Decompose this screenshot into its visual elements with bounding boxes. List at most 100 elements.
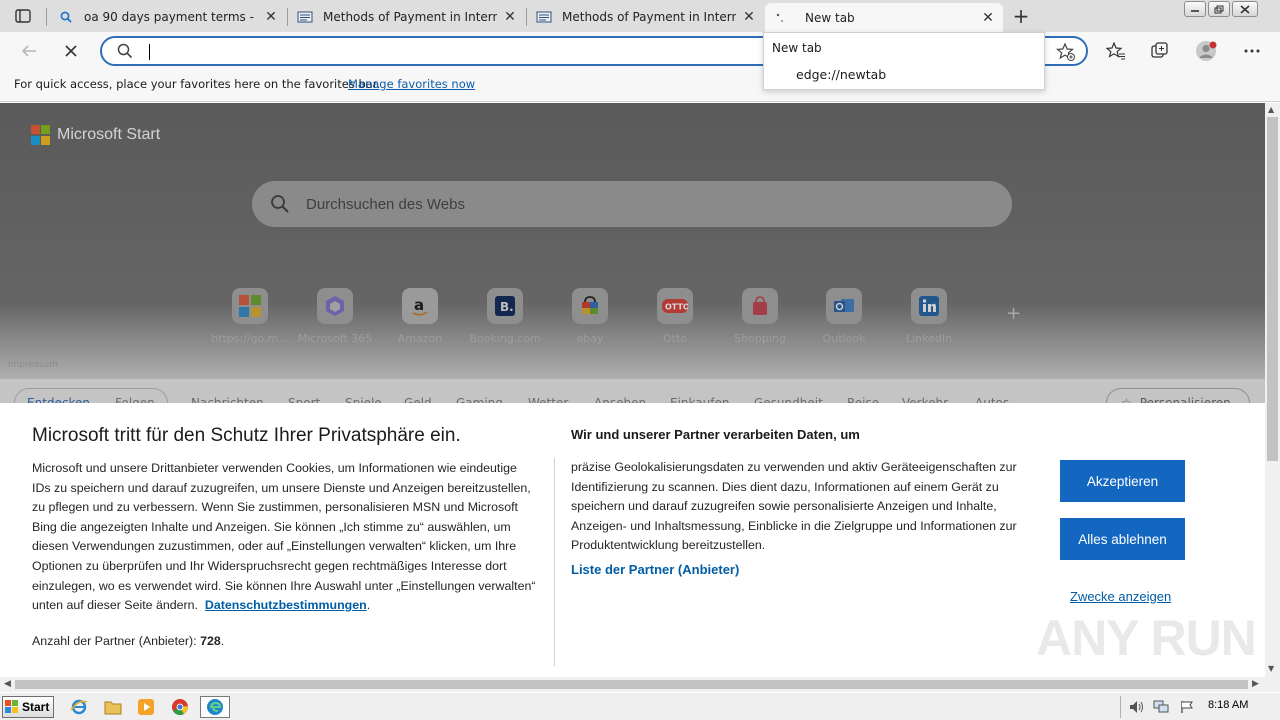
profile-avatar-icon[interactable] xyxy=(1191,36,1221,66)
outlook-icon xyxy=(826,288,862,324)
ebay-icon xyxy=(572,288,608,324)
partner-count-label: Anzahl der Partner (Anbieter): xyxy=(32,634,197,648)
windows-taskbar: Start 8:18 AM xyxy=(0,692,1280,720)
microsoft365-icon xyxy=(317,288,353,324)
impressum-link[interactable]: Impressum xyxy=(8,360,58,370)
web-search-input[interactable] xyxy=(306,195,906,213)
close-tab-icon[interactable]: ✕ xyxy=(503,9,517,25)
anyrun-watermark: ANY RUN xyxy=(1036,610,1257,666)
tab-new-tab[interactable]: New tab ✕ xyxy=(765,3,1003,32)
horizontal-scrollbar[interactable]: ◀ ▶ xyxy=(0,677,1265,692)
tab-methods-of-payment-1[interactable]: Methods of Payment in Internatio ✕ xyxy=(289,3,525,30)
quick-link[interactable]: https://go.m... xyxy=(208,288,292,345)
tab-title: oa 90 days payment terms - Sear xyxy=(84,9,258,24)
favorites-bar-hint: For quick access, place your favorites h… xyxy=(14,77,381,91)
browser-toolbar xyxy=(0,32,1280,70)
shopping-bag-icon xyxy=(742,288,778,324)
clock: 8:18 AM xyxy=(1208,699,1249,711)
consent-body: Microsoft und unsere Drittanbieter verwe… xyxy=(32,461,536,613)
volume-icon[interactable] xyxy=(1129,699,1145,715)
document-icon xyxy=(297,9,313,25)
consent-right-body: präzise Geolokalisierungsdaten zu verwen… xyxy=(571,460,1017,553)
tab-actions-icon[interactable] xyxy=(8,5,38,27)
restore-button[interactable] xyxy=(1208,1,1230,17)
tab-strip: oa 90 days payment terms - Sear ✕ Method… xyxy=(0,0,1280,32)
otto-icon: OTTO xyxy=(657,288,693,324)
stop-loading-button[interactable] xyxy=(56,36,86,66)
quick-link-label: Booking.com xyxy=(469,332,541,345)
minimize-button[interactable] xyxy=(1184,1,1206,17)
accept-button[interactable]: Akzeptieren xyxy=(1060,460,1185,502)
quick-link-label: Otto xyxy=(662,332,687,345)
close-tab-icon[interactable]: ✕ xyxy=(981,10,995,26)
manage-favorites-link[interactable]: Manage favorites now xyxy=(348,77,475,91)
scroll-left-arrow-icon[interactable]: ◀ xyxy=(4,679,11,689)
quick-link[interactable]: Shopping xyxy=(718,288,802,345)
tab-separator xyxy=(526,8,527,26)
svg-text:B.: B. xyxy=(500,300,514,314)
logo-text: Microsoft Start xyxy=(57,126,161,143)
quick-link-label: Shopping xyxy=(734,332,786,345)
tab-separator xyxy=(287,8,288,26)
linkedin-icon xyxy=(911,288,947,324)
microsoft-start-logo[interactable]: Microsoft Start xyxy=(31,125,160,145)
favorites-icon[interactable] xyxy=(1101,36,1131,66)
quick-link-label: Outlook xyxy=(822,332,866,345)
tab-search[interactable]: oa 90 days payment terms - Sear ✕ xyxy=(50,3,286,30)
start-button[interactable]: Start xyxy=(2,696,54,718)
privacy-policy-link[interactable]: Datenschutzbestimmungen xyxy=(205,598,367,612)
add-quick-link-icon[interactable]: + xyxy=(1006,303,1021,324)
document-icon xyxy=(536,9,552,25)
quick-link[interactable]: LinkedIn xyxy=(887,288,971,345)
scroll-down-arrow-icon[interactable]: ▼ xyxy=(1268,664,1274,673)
reject-all-button[interactable]: Alles ablehnen xyxy=(1060,518,1185,560)
microsoft-logo-icon xyxy=(31,125,51,145)
media-player-icon[interactable] xyxy=(133,696,159,718)
tab-title: New tab xyxy=(805,10,855,25)
microsoft-icon xyxy=(232,288,268,324)
chrome-icon[interactable] xyxy=(167,696,193,718)
close-window-button[interactable] xyxy=(1232,1,1258,17)
booking-icon: B. xyxy=(487,288,523,324)
cookie-consent-banner: Microsoft tritt für den Schutz Ihrer Pri… xyxy=(0,403,1265,677)
suggestion-item[interactable]: edge://newtab xyxy=(796,67,886,82)
vertical-scrollbar[interactable]: ▲ ▼ xyxy=(1265,103,1280,677)
address-input[interactable] xyxy=(148,43,748,61)
scroll-up-arrow-icon[interactable]: ▲ xyxy=(1268,105,1274,114)
back-button[interactable] xyxy=(14,36,44,66)
partner-count: Anzahl der Partner (Anbieter): 728. xyxy=(32,634,225,648)
show-purposes-link[interactable]: Zwecke anzeigen xyxy=(1070,589,1171,604)
close-tab-icon[interactable]: ✕ xyxy=(264,9,278,25)
close-tab-icon[interactable]: ✕ xyxy=(742,9,756,25)
search-icon xyxy=(117,43,133,62)
file-explorer-icon[interactable] xyxy=(100,696,126,718)
flag-icon[interactable] xyxy=(1179,699,1195,715)
scrollbar-thumb[interactable] xyxy=(1267,117,1278,461)
edge-icon[interactable] xyxy=(200,696,230,718)
quick-link[interactable]: a Amazon xyxy=(378,288,462,345)
network-icon[interactable] xyxy=(1153,699,1169,715)
quick-link[interactable]: ebay xyxy=(548,288,632,345)
more-options-icon[interactable] xyxy=(1237,36,1267,66)
quick-link-label: ebay xyxy=(576,332,604,345)
svg-text:a: a xyxy=(414,296,424,314)
start-label: Start xyxy=(22,700,50,714)
quick-link[interactable]: Microsoft 365 xyxy=(293,288,377,345)
svg-text:OTTO: OTTO xyxy=(665,303,688,312)
scrollbar-thumb[interactable] xyxy=(15,680,1248,689)
tab-methods-of-payment-2[interactable]: Methods of Payment in Internatio ✕ xyxy=(528,3,764,30)
quick-link-label: https://go.m... xyxy=(211,332,289,345)
internet-explorer-icon[interactable] xyxy=(66,696,92,718)
consent-divider xyxy=(554,458,555,666)
collections-icon[interactable] xyxy=(1145,36,1175,66)
new-tab-button[interactable]: + xyxy=(1008,4,1034,28)
quick-link[interactable]: B. Booking.com xyxy=(463,288,547,345)
quick-link[interactable]: OTTO Otto xyxy=(633,288,717,345)
quick-link[interactable]: Outlook xyxy=(802,288,886,345)
add-favorite-icon[interactable] xyxy=(1055,42,1076,65)
web-search-box[interactable] xyxy=(252,181,1012,227)
scroll-right-arrow-icon[interactable]: ▶ xyxy=(1252,679,1259,689)
dropdown-header: New tab xyxy=(772,41,822,55)
quick-link-label: Amazon xyxy=(397,332,443,345)
partner-list-link[interactable]: Liste der Partner (Anbieter) xyxy=(571,562,739,577)
